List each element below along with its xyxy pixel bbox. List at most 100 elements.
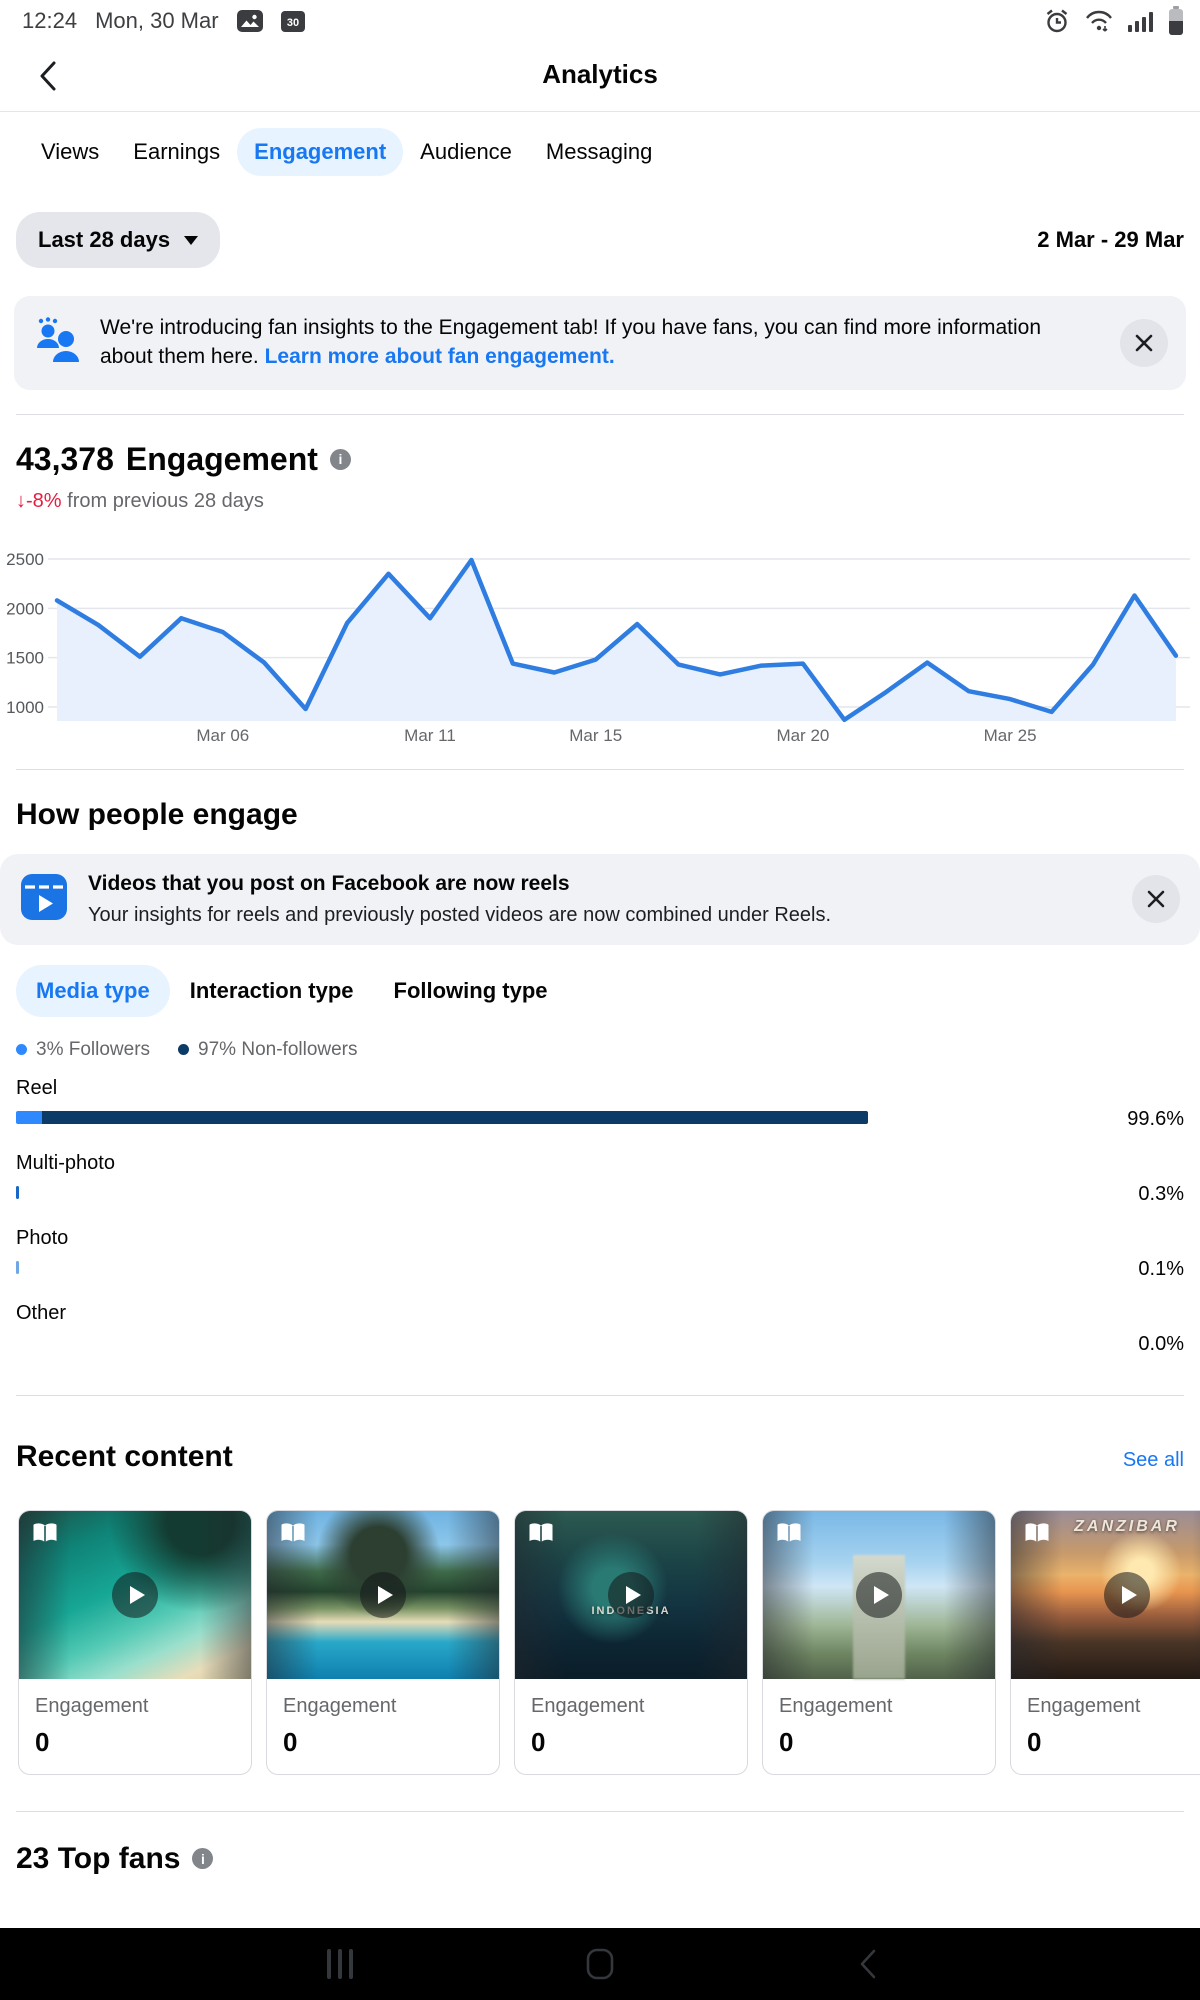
play-icon (130, 1586, 145, 1604)
reels-banner-subtitle: Your insights for reels and previously p… (88, 904, 1104, 927)
info-icon[interactable] (330, 449, 351, 470)
fans-people-icon (32, 317, 82, 368)
media-row-bar (16, 1261, 19, 1274)
content-card[interactable]: ZANZIBAR Engagement 0 (1010, 1510, 1200, 1775)
x-axis-tick-label: Mar 11 (404, 726, 456, 745)
android-back-icon (859, 1949, 877, 1979)
play-icon (626, 1586, 641, 1604)
see-all-link[interactable]: See all (1123, 1449, 1184, 1472)
card-metric-label: Engagement (531, 1695, 731, 1718)
card-metric-label: Engagement (35, 1695, 235, 1718)
tab-audience[interactable]: Audience (403, 128, 529, 176)
legend-non-followers: 97% Non-followers (178, 1039, 357, 1061)
card-info: Engagement 0 (19, 1679, 251, 1774)
play-button[interactable] (112, 1572, 158, 1618)
media-row-bar (16, 1111, 868, 1124)
media-row-label: Multi-photo (16, 1152, 1184, 1175)
tab-earnings[interactable]: Earnings (116, 128, 237, 176)
content-thumbnail[interactable] (19, 1511, 251, 1679)
non-followers-dot-icon (178, 1044, 189, 1055)
legend-followers-label: 3% Followers (36, 1039, 150, 1061)
media-row-label: Photo (16, 1227, 1184, 1250)
play-button[interactable] (1104, 1572, 1150, 1618)
media-row-photo: Photo 0.1% (16, 1227, 1184, 1286)
divider (16, 769, 1184, 770)
content-card[interactable]: Engagement 0 (762, 1510, 996, 1775)
subtab-following-type[interactable]: Following type (374, 965, 568, 1017)
subtab-interaction-type[interactable]: Interaction type (170, 965, 374, 1017)
tab-messaging[interactable]: Messaging (529, 128, 669, 176)
filter-row: Last 28 days 2 Mar - 29 Mar (16, 212, 1184, 268)
recent-apps-button[interactable] (304, 1928, 376, 2000)
fan-engagement-link[interactable]: Learn more about fan engagement. (265, 345, 615, 368)
recent-apps-icon (327, 1948, 353, 1980)
thumbnail-overlay-text: ZANZIBAR (1011, 1518, 1200, 1536)
home-button[interactable] (564, 1928, 636, 2000)
bar-segment (16, 1186, 19, 1199)
bar-segment (16, 1261, 19, 1274)
card-metric-value: 0 (779, 1727, 979, 1758)
collection-icon (279, 1521, 307, 1550)
card-info: Engagement 0 (267, 1679, 499, 1774)
date-period-label: Last 28 days (38, 227, 170, 253)
svg-text:30: 30 (286, 17, 298, 29)
media-row-value: 0.0% (1138, 1333, 1184, 1356)
close-icon (1146, 889, 1166, 909)
divider (16, 414, 1184, 415)
media-row-multi-photo: Multi-photo 0.3% (16, 1152, 1184, 1211)
android-navigation-bar (0, 1928, 1200, 2000)
recent-content-header: Recent content See all (16, 1440, 1184, 1474)
date-range-text: 2 Mar - 29 Mar (1037, 227, 1184, 253)
card-metric-label: Engagement (283, 1695, 483, 1718)
y-axis-tick-label: 1000 (6, 698, 44, 717)
fan-banner-text: We're introducing fan insights to the En… (100, 314, 1094, 372)
play-button[interactable] (360, 1572, 406, 1618)
content-thumbnail[interactable] (763, 1511, 995, 1679)
play-icon (378, 1586, 393, 1604)
status-date: Mon, 30 Mar (95, 8, 219, 34)
reels-banner-close-button[interactable] (1132, 875, 1180, 923)
followers-legend: 3% Followers 97% Non-followers (16, 1039, 1184, 1061)
subtab-media-type[interactable]: Media type (16, 965, 170, 1017)
photo-notification-icon (237, 9, 263, 33)
card-info: Engagement 0 (1011, 1679, 1200, 1774)
play-button[interactable] (856, 1572, 902, 1618)
card-metric-label: Engagement (1027, 1695, 1200, 1718)
content-card[interactable]: Engagement 0 (266, 1510, 500, 1775)
back-button[interactable] (28, 56, 68, 96)
page-title: Analytics (0, 36, 1200, 112)
tab-engagement[interactable]: Engagement (237, 128, 403, 176)
bar-segment (42, 1111, 868, 1124)
media-type-breakdown: Reel 99.6% Multi-photo 0.3% Photo 0.1% O… (16, 1077, 1184, 1361)
legend-non-followers-label: 97% Non-followers (198, 1039, 357, 1061)
play-button[interactable] (608, 1572, 654, 1618)
date-period-dropdown[interactable]: Last 28 days (16, 212, 220, 268)
media-row-value: 99.6% (1127, 1108, 1184, 1131)
analytics-tab-bar: Views Earnings Engagement Audience Messa… (0, 112, 1200, 186)
card-info: Engagement 0 (515, 1679, 747, 1774)
android-back-button[interactable] (832, 1928, 904, 2000)
play-icon (874, 1586, 889, 1604)
media-row-label: Other (16, 1302, 1184, 1325)
top-fans-title: 23 Top fans (16, 1842, 180, 1876)
content-card[interactable]: INDONESIA Engagement 0 (514, 1510, 748, 1775)
content-thumbnail[interactable] (267, 1511, 499, 1679)
card-info: Engagement 0 (763, 1679, 995, 1774)
fan-banner-close-button[interactable] (1120, 319, 1168, 367)
engage-subtab-bar: Media type Interaction type Following ty… (16, 965, 1184, 1017)
info-icon[interactable] (192, 1848, 213, 1869)
top-fans-header: 23 Top fans (16, 1842, 1184, 1876)
media-row-value: 0.1% (1138, 1258, 1184, 1281)
close-icon (1134, 333, 1154, 353)
content-thumbnail[interactable]: INDONESIA (515, 1511, 747, 1679)
status-time: 12:24 (22, 8, 77, 34)
tab-views[interactable]: Views (24, 128, 116, 176)
engagement-line-chart: 1000150020002500Mar 06Mar 11Mar 15Mar 20… (0, 543, 1200, 753)
content-card[interactable]: Engagement 0 (18, 1510, 252, 1775)
x-axis-tick-label: Mar 20 (776, 726, 829, 745)
wifi-icon (1084, 8, 1114, 34)
engagement-change-value: ↓-8% (16, 490, 62, 512)
recent-content-title: Recent content (16, 1440, 233, 1474)
divider (16, 1395, 1184, 1396)
content-thumbnail[interactable]: ZANZIBAR (1011, 1511, 1200, 1679)
